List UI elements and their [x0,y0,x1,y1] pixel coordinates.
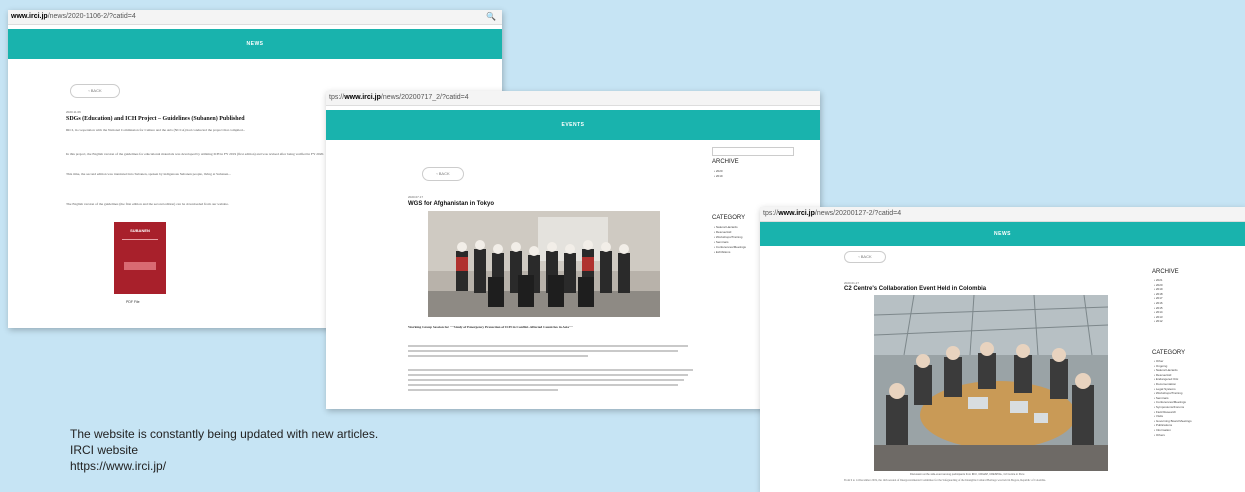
url-host: www.irci.jp [344,94,381,101]
back-button[interactable]: ‹ BACK [844,251,886,263]
article-title: SDGs (Education) and ICH Project – Guide… [66,116,245,122]
post-date: 2020.11.06 [66,110,81,114]
archive-item[interactable]: 2019 [714,174,723,179]
page-banner: NEWS [8,29,502,59]
back-button[interactable]: ‹ BACK [70,84,120,98]
archive-list: 2021 2020 2019 2018 2017 2016 2015 2014 … [1154,278,1163,324]
archive-heading: ARCHIVE [1152,269,1179,275]
meeting-photo-image [874,295,1108,471]
archive-item[interactable]: 2012 [1154,319,1163,324]
photo-caption: Discussion at the side-event among parti… [910,473,1025,476]
page-banner: EVENTS [326,110,820,140]
url-prefix: tps:// [763,210,779,217]
archive-item[interactable]: 2021 [1154,278,1163,283]
page-banner: NEWS [760,222,1245,246]
archive-item[interactable]: 2016 [1154,301,1163,306]
url-host: www.irci.jp [11,13,48,20]
session-subtitle: Working Group Session for ""Study of Eme… [408,325,573,329]
category-list: Natural Hazards Rescue/Aid Workshops/Tra… [714,225,746,255]
screenshot-news-colombia: tps://www.irci.jp/news/20200127-2/?catid… [760,207,1245,492]
back-label: BACK [438,171,450,176]
category-heading: CATEGORY [712,215,746,221]
meeting-photo [874,295,1108,471]
pdf-file-label[interactable]: PDF File [126,300,140,304]
address-bar[interactable]: www.irci.jp/news/2020-1106-2/?catid=4 🔍 [8,10,502,25]
article-title: WGS for Afghanistan in Tokyo [408,201,494,207]
article-paragraph-4: The English version of the guidelines (t… [66,202,229,206]
archive-list: 2020 2019 [714,169,723,179]
guideline-book-cover[interactable]: SUBANEN [114,222,166,294]
archive-heading: ARCHIVE [712,159,739,165]
group-photo-image [428,211,660,317]
url-path: /news/20200717_2/?catid=4 [380,94,469,101]
post-date: 2020.07.17 [408,195,424,199]
caption-block: The website is constantly being updated … [70,426,378,474]
url-path: /news/20200127-2/?catid=4 [814,210,902,217]
address-bar[interactable]: tps://www.irci.jp/news/20200717_2/?catid… [326,91,820,106]
caption-line-2: IRCI website [70,443,139,457]
url-host: www.irci.jp [778,210,815,217]
category-item[interactable]: Others [1154,433,1192,438]
caption-website-link[interactable]: https://www.irci.jp/ [70,458,378,474]
url-prefix: tps:// [329,94,345,101]
search-icon[interactable]: 🔍 [486,10,496,24]
url-path: /news/2020-1106-2/?catid=4 [47,13,136,20]
screenshot-events-afghanistan: tps://www.irci.jp/news/20200717_2/?catid… [326,91,820,409]
article-text-lines [408,345,698,360]
category-heading: CATEGORY [1152,350,1186,356]
address-bar[interactable]: tps://www.irci.jp/news/20200127-2/?catid… [760,207,1245,222]
back-label: BACK [860,254,872,259]
article-paragraph-2: In this project, the English version of … [66,152,325,156]
back-label: BACK [90,88,102,93]
article-text-lines [408,369,698,394]
article-body: From 9 to 14 December 2019, the 14th ses… [844,479,1046,482]
post-date: 2020.01.27 [844,281,860,285]
sidebar-search-box[interactable] [712,147,794,156]
book-title: SUBANEN [130,228,150,233]
article-paragraph-1: IRCI, in cooperation with the National C… [66,128,246,132]
article-title: C2 Centre's Collaboration Event Held in … [844,286,987,292]
caption-line-1: The website is constantly being updated … [70,427,379,441]
category-item[interactable]: Exhibitions [714,250,746,255]
back-button[interactable]: ‹ BACK [422,167,464,181]
category-list: Other Ongoing Natural Hazards Rescue/Aid… [1154,359,1192,437]
article-paragraph-3: This time, the second edition was transl… [66,172,231,176]
group-photo [428,211,660,317]
